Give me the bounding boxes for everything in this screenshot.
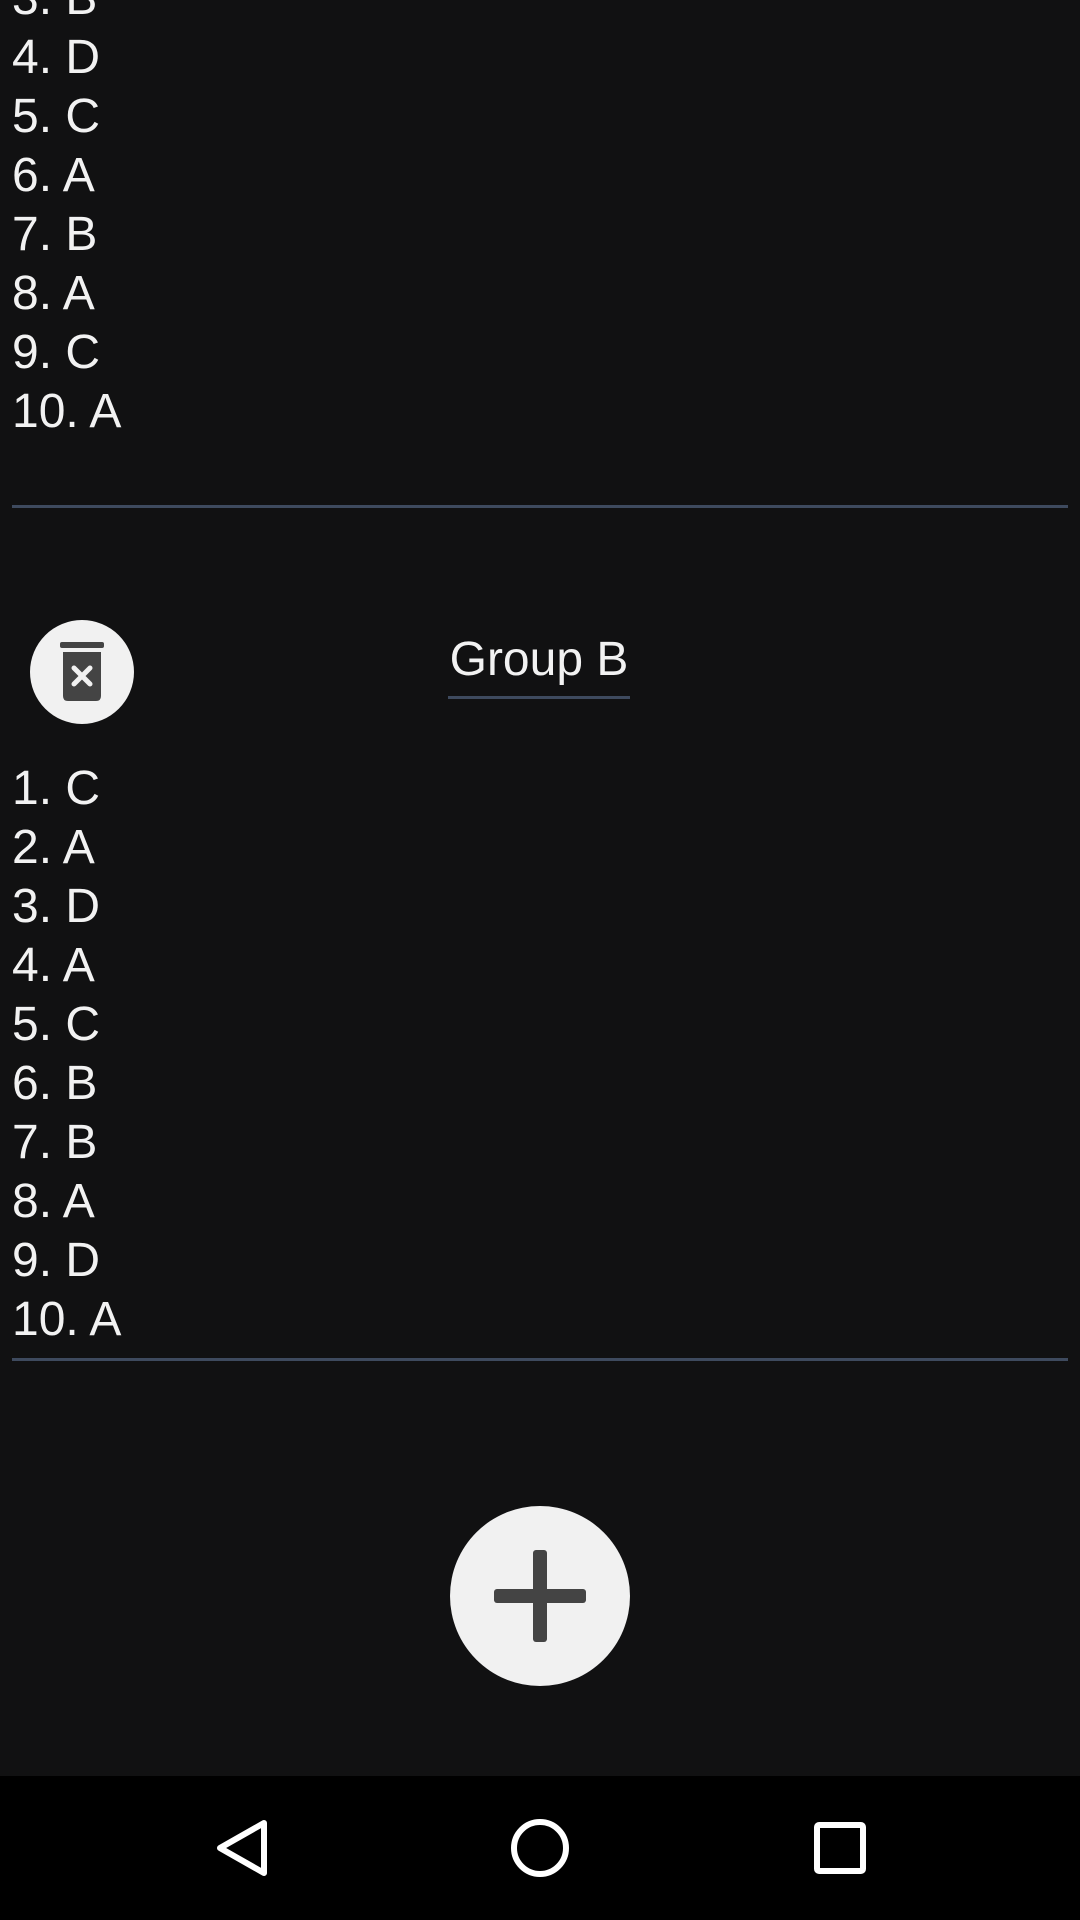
- recents-square-icon: [814, 1822, 866, 1874]
- nav-back-button[interactable]: [162, 1776, 322, 1920]
- answer-item: 4. A: [12, 939, 95, 992]
- nav-recents-button[interactable]: [760, 1776, 920, 1920]
- scroll-area[interactable]: 3. B 4. D 5. C 6. A 7. B 8. A 9. C 10. A…: [0, 0, 1080, 1776]
- answer-item: 6. B: [12, 1057, 98, 1110]
- group-a-answer-list: 3. B 4. D 5. C 6. A 7. B 8. A 9. C 10. A: [12, 0, 121, 441]
- answer-item: 5. C: [12, 90, 101, 143]
- group-b-answer-list: 1. C 2. A 3. D 4. A 5. C 6. B 7. B 8. A …: [12, 759, 121, 1349]
- back-triangle-icon: [217, 1820, 267, 1876]
- answer-item: 1. C: [12, 762, 101, 815]
- answer-item: 5. C: [12, 998, 101, 1051]
- answer-item: 9. D: [12, 1234, 101, 1287]
- answer-item: 3. B: [12, 0, 121, 28]
- answer-item: 2. A: [12, 821, 95, 874]
- group-divider: [12, 505, 1068, 508]
- answer-item: 8. A: [12, 1175, 95, 1228]
- group-title-underline: [448, 696, 630, 699]
- group-title-field[interactable]: Group B: [448, 630, 630, 690]
- add-group-button[interactable]: [450, 1506, 630, 1686]
- nav-home-button[interactable]: [460, 1776, 620, 1920]
- answer-item: 4. D: [12, 31, 101, 84]
- delete-icon: [60, 642, 104, 701]
- delete-group-button[interactable]: [30, 620, 134, 724]
- answer-item: 7. B: [12, 1116, 98, 1169]
- answer-item: 9. C: [12, 326, 101, 379]
- answer-item: 8. A: [12, 267, 95, 320]
- answer-item: 3. D: [12, 880, 101, 933]
- group-divider: [12, 1358, 1068, 1361]
- answer-item: 6. A: [12, 149, 95, 202]
- home-circle-icon: [511, 1819, 569, 1877]
- answer-item: 10. A: [12, 385, 122, 438]
- add-icon: [494, 1550, 586, 1642]
- system-navigation-bar: [0, 1776, 1080, 1920]
- answer-item: 10. A: [12, 1293, 122, 1346]
- answer-item: 7. B: [12, 208, 98, 261]
